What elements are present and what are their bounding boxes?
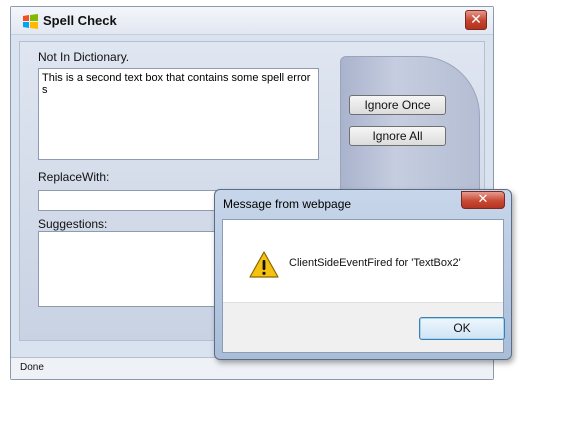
ignore-all-button[interactable]: Ignore All [349, 126, 446, 146]
ignore-once-button[interactable]: Ignore Once [349, 95, 446, 115]
dialog-body: ClientSideEventFired for 'TextBox2' OK [222, 219, 505, 353]
close-icon: ✕ [477, 192, 489, 207]
replace-with-label: ReplaceWith: [38, 170, 110, 184]
dialog-title: Message from webpage [223, 197, 352, 211]
dialog-close-button[interactable]: ✕ [461, 191, 505, 209]
spell-check-titlebar[interactable]: Spell Check ✕ [11, 7, 493, 35]
dialog-message-area: ClientSideEventFired for 'TextBox2' [223, 220, 503, 302]
not-in-dictionary-label: Not In Dictionary. [38, 50, 130, 64]
close-icon: ✕ [470, 12, 482, 28]
ok-button[interactable]: OK [419, 317, 505, 340]
dialog-footer: OK [223, 302, 505, 352]
not-in-dictionary-textarea[interactable]: This is a second text box that contains … [38, 68, 319, 160]
status-text: Done [20, 362, 44, 373]
dialog-message: ClientSideEventFired for 'TextBox2' [289, 257, 461, 269]
suggestions-label: Suggestions: [38, 217, 108, 231]
warning-icon [249, 251, 279, 278]
status-bar: Done [11, 357, 493, 379]
close-button[interactable]: ✕ [465, 10, 487, 30]
window-title: Spell Check [43, 13, 117, 28]
windows-logo-icon [23, 14, 38, 29]
message-dialog: Message from webpage ✕ ClientSideEventFi… [214, 189, 512, 360]
